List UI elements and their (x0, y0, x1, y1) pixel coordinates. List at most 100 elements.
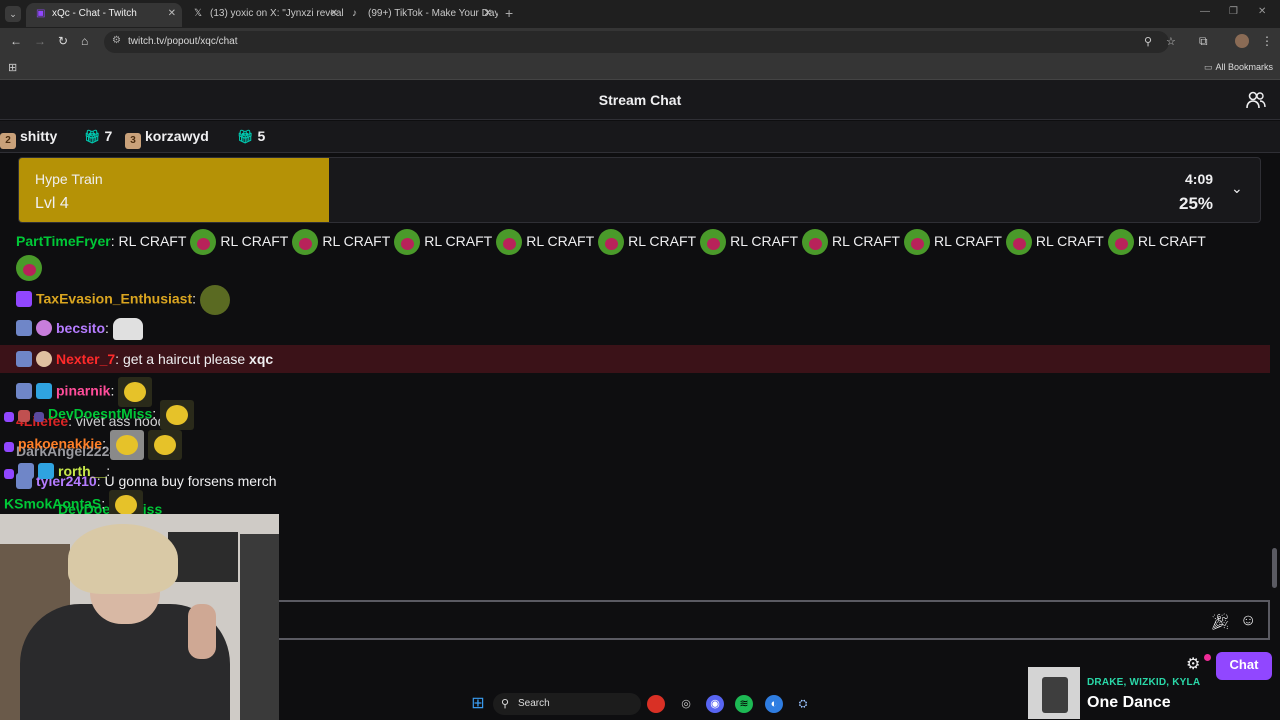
crown-badge-icon[interactable] (36, 382, 52, 399)
colon: : (102, 435, 106, 452)
tab-twitch-chat[interactable]: ▣ xQc - Chat - Twitch ✕ (26, 3, 182, 27)
chat-username[interactable]: rorth__ (58, 463, 106, 479)
pepe-emote-icon[interactable] (700, 229, 727, 256)
duck-emote-icon[interactable] (147, 430, 182, 460)
pepe-emote-icon[interactable] (16, 255, 42, 282)
community-icon[interactable] (1246, 90, 1266, 110)
new-tab-button[interactable]: + (505, 5, 513, 21)
profile-avatar[interactable] (1235, 34, 1249, 48)
chevron-down-icon[interactable]: ⌄ (1231, 180, 1243, 197)
close-icon[interactable]: ✕ (168, 3, 176, 25)
close-icon[interactable]: ✕ (330, 3, 338, 25)
pepe-emote-icon[interactable] (903, 229, 930, 256)
chat-message: becsito: (16, 316, 143, 341)
taskbar-search-label: Search (518, 698, 550, 709)
chat-username[interactable]: pinarnik (56, 383, 110, 399)
badge-icon[interactable] (34, 411, 44, 422)
pepe-emote-icon[interactable] (598, 229, 625, 256)
subscriber-badge-icon[interactable] (4, 441, 14, 452)
site-info-icon[interactable]: ⚙ (112, 35, 121, 46)
chat-username[interactable]: becsito (56, 320, 105, 336)
address-bar[interactable]: ⚙ twitch.tv/popout/xqc/chat ⚲ ☆ (104, 31, 1176, 53)
chat-username[interactable]: Nexter_7 (56, 351, 115, 367)
forward-icon[interactable]: → (34, 34, 46, 48)
discord-icon[interactable]: ◉ (706, 695, 724, 713)
pepe-emote-icon[interactable] (1005, 229, 1032, 256)
steam-icon[interactable]: ⛭ (794, 695, 812, 713)
chat-username[interactable]: PartTimeFryer (16, 233, 111, 249)
subscriber-badge-icon[interactable] (16, 290, 32, 307)
app-icon[interactable]: ◐ (765, 695, 783, 713)
chat-message: PartTimeFryer: RL CRAFT RL CRAFT RL CRAFT R… (16, 229, 1206, 256)
badge-icon[interactable] (18, 409, 30, 422)
colon: : (192, 290, 197, 307)
minimize-icon[interactable]: — (1200, 6, 1210, 17)
pepe-emote-icon[interactable] (496, 229, 523, 256)
leaderboard-entry[interactable]: 3 korzawyd (125, 128, 209, 149)
pepe-emote-icon[interactable] (1107, 229, 1134, 256)
extensions-icon[interactable]: ⧉ (1199, 34, 1208, 49)
zoom-icon[interactable]: ⚲ (1144, 35, 1152, 48)
chat-username[interactable]: DevDoesntMiss (48, 406, 152, 422)
colon: : (110, 382, 115, 399)
turtle-emote-icon[interactable] (200, 285, 231, 315)
restore-icon[interactable]: ❐ (1229, 6, 1238, 17)
emote-picker-icon[interactable]: ☺ (1240, 612, 1256, 630)
message-text: get a haircut please (122, 351, 246, 367)
message-text: RL CRAFT (730, 233, 799, 249)
colon: : (105, 320, 109, 336)
tab-search-icon[interactable]: ⌄ (5, 6, 21, 22)
back-icon[interactable]: ← (10, 34, 22, 48)
message-text: RL CRAFT (1035, 233, 1104, 249)
badge-icon[interactable] (18, 463, 34, 479)
chat-username[interactable]: SmokAontaS (14, 496, 101, 512)
browser-menu-icon[interactable]: ⋮ (1261, 34, 1273, 48)
all-bookmarks[interactable]: ▭ All Bookmarks (1204, 62, 1273, 73)
taskbar-search[interactable]: ⚲ Search (493, 693, 641, 715)
k-badge-icon[interactable]: K (4, 496, 14, 512)
chat-username[interactable]: pakoenakkie (18, 436, 102, 452)
apps-grid-icon[interactable]: ⊞ (8, 61, 17, 74)
chat-username[interactable]: TaxEvasion_Enthusiast (36, 291, 192, 307)
cloud-badge-icon[interactable] (36, 320, 52, 336)
subscriber-badge-icon[interactable] (16, 382, 32, 399)
tab-tiktok[interactable]: ♪ (99+) TikTok - Make Your Day ✕ (342, 3, 498, 27)
pepe-emote-icon[interactable] (802, 229, 829, 256)
party-popper-icon[interactable]: 🎉︎ (1210, 612, 1230, 632)
leaderboard-entry[interactable]: 2 shitty (0, 128, 57, 149)
close-icon[interactable]: ✕ (484, 3, 492, 25)
hype-train-banner[interactable]: Hype Train Lvl 4 4:09 25% ⌄ (18, 157, 1261, 223)
subscriber-badge-icon[interactable] (16, 320, 32, 336)
duck-emote-icon[interactable] (160, 400, 195, 430)
bookmark-star-icon[interactable]: ☆ (1166, 35, 1176, 48)
reload-icon[interactable]: ↻ (58, 34, 68, 48)
tab-title: (13) yoxic on X: "Jynxzi reveals (210, 8, 344, 19)
home-icon[interactable]: ⌂ (81, 34, 88, 48)
rank-badge: 2 (0, 133, 16, 149)
tab-x[interactable]: 𝕏 (13) yoxic on X: "Jynxzi reveals ✕ (184, 3, 344, 27)
message-text: U gonna buy forsens merch (104, 473, 277, 489)
mention[interactable]: xqc (249, 351, 273, 367)
chrome-icon[interactable] (647, 695, 665, 713)
hype-badge-icon[interactable] (36, 351, 52, 367)
app-icon[interactable]: ◎ (677, 695, 695, 713)
page-title: Stream Chat (598, 92, 682, 108)
message-text: RL CRAFT (424, 233, 493, 249)
pepe-emote-icon[interactable] (292, 229, 319, 256)
subscriber-badge-icon[interactable] (16, 351, 32, 367)
scrollbar-thumb[interactable] (1272, 548, 1277, 588)
window-close-icon[interactable]: ✕ (1258, 6, 1266, 17)
ghost-emote-icon[interactable] (112, 318, 143, 341)
pepe-emote-icon[interactable] (394, 229, 421, 256)
subscriber-badge-icon[interactable] (4, 411, 14, 422)
chat-message-highlighted: Nexter_7: get a haircut please xqc (16, 347, 273, 371)
chat-input[interactable]: 🎉︎ ☺ (278, 600, 1270, 640)
spotify-icon[interactable]: ≋ (735, 695, 753, 713)
face-emote-icon[interactable] (109, 430, 144, 460)
subscriber-badge-icon[interactable] (4, 469, 14, 479)
windows-start-icon[interactable]: ⊞ (469, 695, 487, 713)
duck-emote-icon[interactable] (109, 490, 144, 515)
pepe-emote-icon[interactable] (190, 229, 217, 256)
crown-badge-icon[interactable] (38, 463, 54, 479)
x-icon: 𝕏 (194, 8, 203, 19)
